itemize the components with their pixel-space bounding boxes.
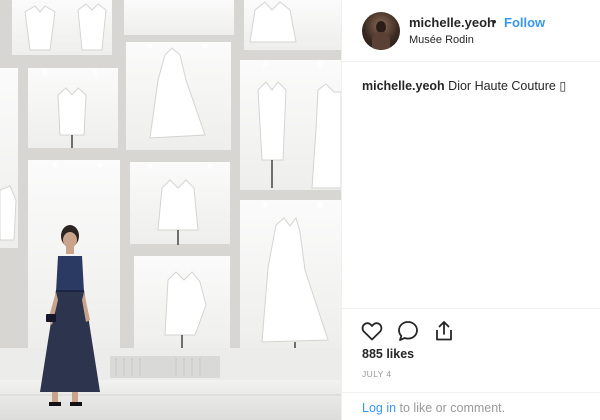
post-caption: michelle.yeoh Dior Haute Couture ▯ [362,78,566,93]
likes-count[interactable]: 885 likes [362,347,414,361]
share-icon[interactable] [432,319,456,343]
separator-dot: • [492,14,497,29]
exhibition-photo [0,0,341,420]
caption-username[interactable]: michelle.yeoh [362,79,445,93]
login-prompt-text: Log in to like or comment. [362,401,505,415]
post-header: michelle.yeoh • Follow Musée Rodin [342,0,600,62]
login-prompt: Log in to like or comment. [342,392,600,420]
header-username[interactable]: michelle.yeoh [409,15,495,30]
post-photo[interactable] [0,0,341,420]
heart-icon[interactable] [360,319,384,343]
login-rest-text: to like or comment. [396,401,506,415]
post-date[interactable]: JULY 4 [362,369,392,379]
avatar[interactable] [362,12,400,50]
post-side-panel: michelle.yeoh • Follow Musée Rodin miche… [341,0,600,420]
comment-icon[interactable] [396,319,420,343]
caption-text: Dior Haute Couture ▯ [448,79,567,93]
location-link[interactable]: Musée Rodin [409,34,474,46]
follow-button[interactable]: Follow [504,15,545,30]
login-link[interactable]: Log in [362,401,396,415]
